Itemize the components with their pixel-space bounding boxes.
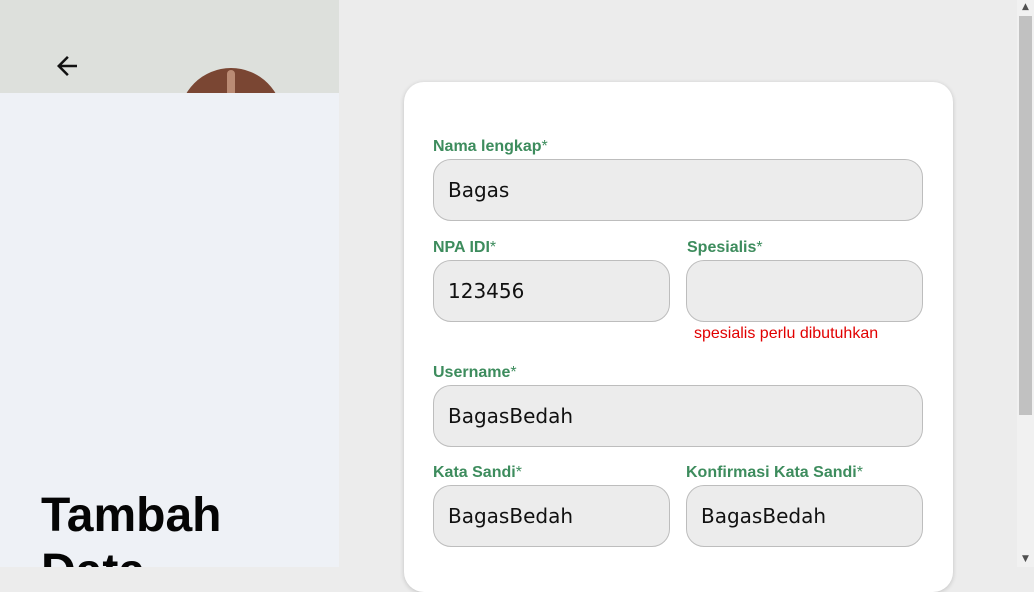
- back-button[interactable]: [47, 46, 87, 86]
- password-input[interactable]: [433, 485, 670, 547]
- full-name-label-text: Nama lengkap: [433, 138, 542, 155]
- vertical-scrollbar[interactable]: ▲ ▼: [1017, 0, 1034, 567]
- doctor-form-card: Nama lengkap* NPA IDI* Spesialis* spesia…: [404, 82, 953, 592]
- npa-idi-label: NPA IDI*: [433, 239, 496, 257]
- confirm-password-label: Konfirmasi Kata Sandi*: [686, 464, 863, 482]
- specialist-required-mark: *: [756, 239, 763, 256]
- specialist-input[interactable]: [686, 260, 923, 322]
- photo-hair-part: [227, 70, 235, 93]
- confirm-password-label-text: Konfirmasi Kata Sandi: [686, 464, 857, 481]
- username-required-mark: *: [510, 364, 517, 381]
- npa-idi-input[interactable]: [433, 260, 670, 322]
- specialist-error-message: spesialis perlu dibutuhkan: [694, 325, 879, 342]
- username-label: Username*: [433, 364, 517, 382]
- password-label: Kata Sandi*: [433, 464, 522, 482]
- scroll-down-button[interactable]: ▼: [1017, 552, 1034, 567]
- password-label-text: Kata Sandi: [433, 464, 516, 481]
- arrow-left-icon: [57, 56, 77, 76]
- full-name-required-mark: *: [541, 138, 548, 155]
- page-title: Tambah Data: [41, 489, 222, 567]
- specialist-label-text: Spesialis: [687, 239, 757, 256]
- password-required-mark: *: [515, 464, 522, 481]
- scrollbar-thumb[interactable]: [1019, 16, 1032, 415]
- npa-idi-label-text: NPA IDI: [433, 239, 490, 256]
- specialist-label: Spesialis*: [687, 239, 763, 257]
- confirm-password-input[interactable]: [686, 485, 923, 547]
- username-label-text: Username: [433, 364, 511, 381]
- triangle-up-icon: ▲: [1022, 2, 1029, 12]
- scroll-up-button[interactable]: ▲: [1017, 0, 1034, 15]
- full-name-input[interactable]: [433, 159, 923, 221]
- npa-idi-required-mark: *: [489, 239, 497, 256]
- username-input[interactable]: [433, 385, 923, 447]
- confirm-password-required-mark: *: [856, 464, 863, 481]
- triangle-down-icon: ▼: [1022, 554, 1029, 564]
- left-panel: Tambah Data: [0, 0, 339, 567]
- full-name-label: Nama lengkap*: [433, 138, 548, 156]
